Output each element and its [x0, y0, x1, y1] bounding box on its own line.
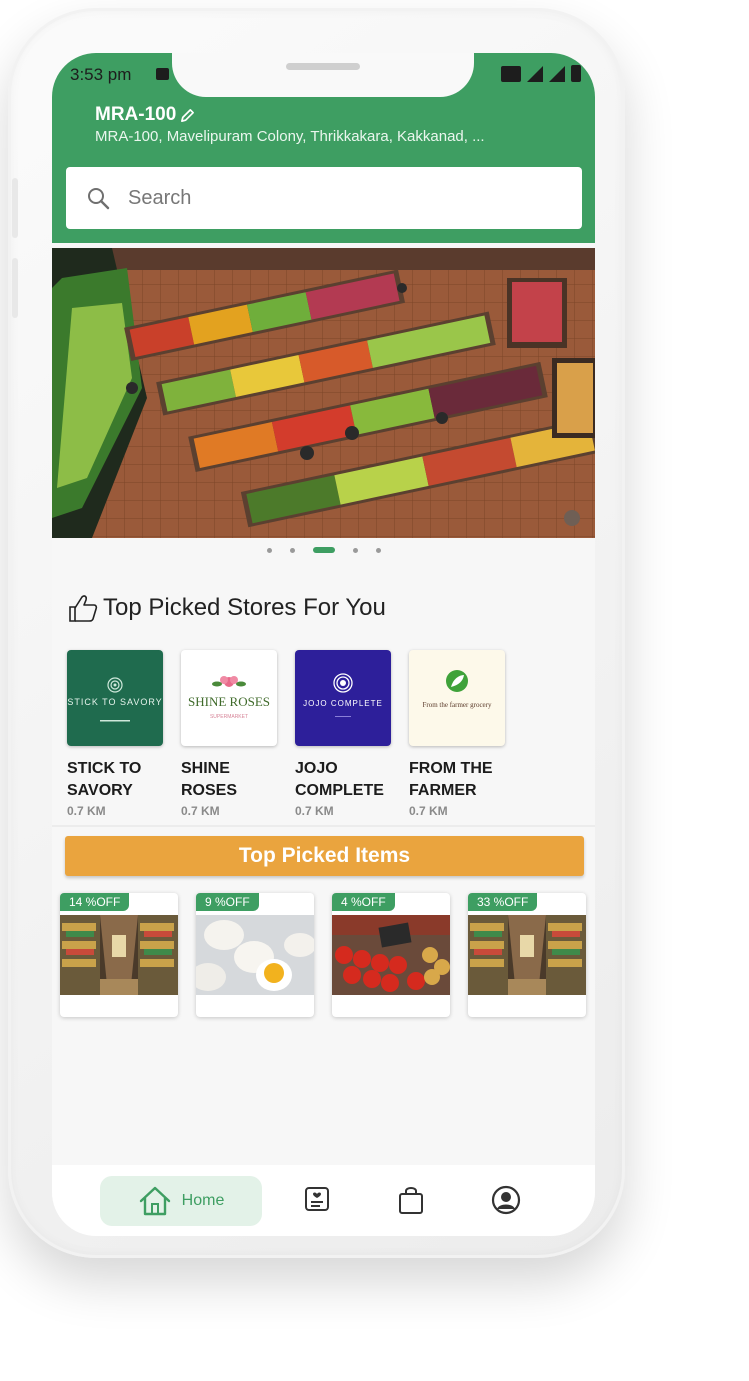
top-items-title: Top Picked Items [238, 844, 411, 867]
store-distance: 0.7 KM [295, 804, 334, 818]
top-stores-heading: Top Picked Stores For You [67, 593, 386, 623]
search-icon [88, 188, 110, 210]
bag-icon[interactable] [397, 1185, 425, 1215]
supermarket-banner-image [52, 248, 595, 538]
pagination-dot[interactable] [352, 547, 358, 553]
store-logo: JOJO COMPLETE [295, 650, 391, 746]
discount-badge: 9 %OFF [196, 893, 259, 911]
item-card[interactable]: 14 %OFF [60, 893, 178, 1017]
item-card[interactable]: 9 %OFF [196, 893, 314, 1017]
status-time: 3:53 pm [70, 65, 132, 84]
nav-home[interactable]: Home [100, 1176, 262, 1226]
status-icons [501, 65, 581, 82]
top-stores-title: Top Picked Stores For You [103, 594, 386, 621]
item-image [468, 915, 586, 995]
location-title: MRA-100 [95, 104, 177, 125]
discount-badge: 4 %OFF [332, 893, 395, 911]
tomatoes-image [332, 915, 450, 995]
store-name: SHINE ROSES [181, 760, 238, 799]
store-logo-subtext: SUPERMARKET [210, 714, 248, 720]
store-card[interactable]: JOJO COMPLETE JOJO COMPLETE 0.7 KM [295, 650, 391, 818]
pagination-dot[interactable] [375, 547, 381, 553]
discount-badge: 14 %OFF [60, 893, 130, 911]
store-logo-text: From the farmer grocery [423, 701, 492, 709]
camera-notch [172, 53, 474, 97]
store-logo: STICK TO SAVORY [67, 650, 163, 746]
store-logo: SHINE ROSES SUPERMARKET [181, 650, 277, 746]
store-distance: 0.7 KM [67, 804, 106, 818]
banner-pagination[interactable] [52, 547, 595, 553]
promo-banner[interactable] [52, 248, 595, 538]
store-name: STICK TO SAVORY [67, 760, 142, 799]
store-card[interactable]: SHINE ROSES SUPERMARKET SHINE ROSES 0.7 … [181, 650, 277, 818]
eggs-image [196, 915, 314, 995]
nav-home-label: Home [181, 1192, 225, 1209]
phone-frame: 3:53 pm MRA-100 MRA-100, Mavelipuram Col… [8, 8, 625, 1258]
location-selector[interactable]: MRA-100 [95, 104, 195, 126]
grocery-aisle-image [468, 915, 586, 995]
orders-icon[interactable] [303, 1185, 331, 1213]
battery-icon [571, 65, 581, 82]
search-input[interactable]: Search [66, 167, 582, 229]
item-card[interactable]: 33 %OFF [468, 893, 586, 1017]
store-card[interactable]: STICK TO SAVORY STICK TO SAVORY 0.7 KM [67, 650, 163, 818]
speaker-grille [286, 63, 360, 70]
item-image [332, 915, 450, 995]
stores-list: STICK TO SAVORY STICK TO SAVORY 0.7 KM S… [67, 650, 505, 818]
item-image [60, 915, 178, 995]
signal-icon [549, 65, 565, 82]
bottom-navigation: Home [52, 1165, 595, 1236]
store-logo: From the farmer grocery [409, 650, 505, 746]
top-items-banner: Top Picked Items [65, 836, 584, 876]
volume-button [12, 178, 18, 238]
signal-icon [527, 65, 543, 82]
pagination-dot[interactable] [266, 547, 272, 553]
store-logo-graphic: JOJO COMPLETE [303, 673, 383, 717]
app-screen: 3:53 pm MRA-100 MRA-100, Mavelipuram Col… [52, 53, 595, 1236]
app-header: 3:53 pm MRA-100 MRA-100, Mavelipuram Col… [52, 53, 595, 243]
edit-pencil-icon[interactable] [180, 108, 195, 123]
volume-button [12, 258, 18, 318]
store-distance: 0.7 KM [409, 804, 448, 818]
pagination-dot-active[interactable] [312, 547, 335, 553]
store-logo-text: JOJO COMPLETE [303, 699, 383, 708]
item-image [196, 915, 314, 995]
gallery-notification-icon [156, 68, 169, 80]
item-card[interactable]: 4 %OFF [332, 893, 450, 1017]
sim-icon [501, 65, 521, 82]
thumbs-up-icon [69, 595, 98, 622]
store-card[interactable]: From the farmer grocery FROM THE FARMER … [409, 650, 505, 818]
store-logo-graphic: STICK TO SAVORY [67, 677, 162, 722]
grocery-aisle-image [60, 915, 178, 995]
home-icon [139, 1186, 170, 1216]
section-divider [52, 825, 595, 827]
profile-icon[interactable] [491, 1185, 521, 1215]
items-list: 14 %OFF 9 %OFF 4 %OFF 33 %OFF [60, 893, 586, 1017]
pagination-dot[interactable] [289, 547, 295, 553]
store-logo-graphic: From the farmer grocery [423, 670, 492, 709]
store-logo-text: SHINE ROSES [188, 694, 270, 709]
location-address: MRA-100, Mavelipuram Colony, Thrikkakara… [95, 128, 485, 145]
store-name: JOJO COMPLETE [295, 760, 384, 799]
discount-badge: 33 %OFF [468, 893, 538, 911]
store-distance: 0.7 KM [181, 804, 220, 818]
search-placeholder: Search [128, 186, 192, 209]
store-name: FROM THE FARMER [409, 760, 493, 799]
store-logo-text: STICK TO SAVORY [67, 697, 162, 707]
store-logo-graphic: SHINE ROSES SUPERMARKET [188, 676, 270, 720]
